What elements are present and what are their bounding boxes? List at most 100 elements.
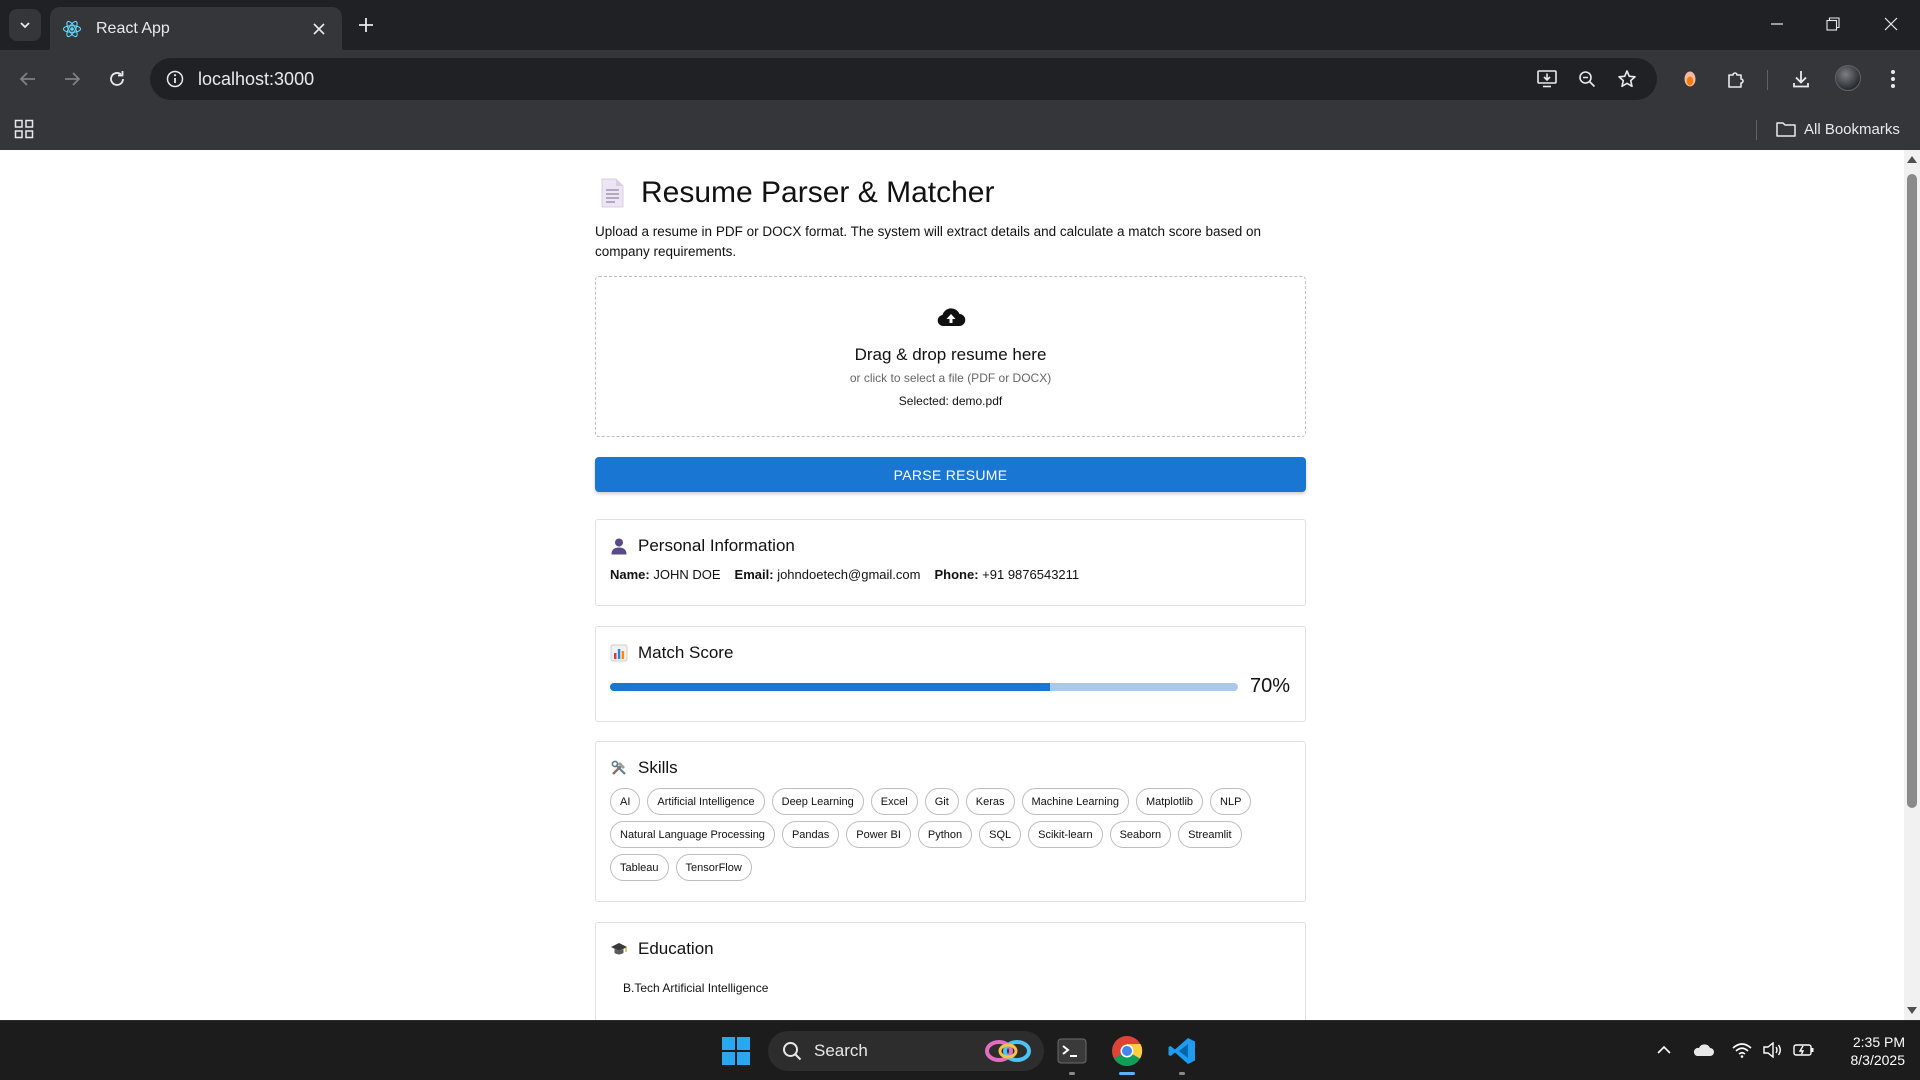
onedrive-cloud-icon[interactable] — [1692, 1039, 1714, 1061]
apps-grid-icon[interactable] — [12, 117, 36, 141]
vscode-indicator — [1179, 1072, 1185, 1075]
close-window-button[interactable] — [1868, 0, 1914, 48]
intro-text: Upload a resume in PDF or DOCX format. T… — [595, 224, 1262, 259]
downloads-icon[interactable] — [1785, 63, 1817, 95]
profile-avatar[interactable] — [1835, 65, 1861, 91]
tools-icon — [610, 759, 628, 777]
email-field: Email: johndoetech@gmail.com — [734, 567, 921, 582]
scroll-up-arrow-icon[interactable] — [1907, 156, 1917, 163]
zoom-icon[interactable] — [1574, 66, 1600, 92]
email-value: johndoetech@gmail.com — [777, 567, 921, 582]
bookmarks-bar: All Bookmarks — [0, 108, 1920, 150]
chrome-active-indicator — [1119, 1072, 1135, 1075]
browser-tab[interactable]: React App — [50, 7, 342, 50]
personal-info-card: Personal Information Name: JOHN DOE Emai… — [595, 519, 1306, 606]
all-bookmarks-label: All Bookmarks — [1804, 120, 1900, 138]
extension-icon[interactable] — [1674, 63, 1706, 95]
parse-resume-button[interactable]: PARSE RESUME — [595, 457, 1306, 492]
personal-info-row: Name: JOHN DOE Email: johndoetech@gmail.… — [610, 567, 1079, 582]
skill-chip: Deep Learning — [771, 788, 864, 815]
tab-title: React App — [96, 19, 170, 37]
restore-icon — [1826, 17, 1840, 31]
resume-dropzone[interactable]: Drag & drop resume here or click to sele… — [595, 276, 1306, 437]
address-bar[interactable]: localhost:3000 — [150, 58, 1657, 100]
vscode-app[interactable] — [1162, 1031, 1202, 1075]
reload-icon — [110, 71, 124, 86]
scrollbar-thumb[interactable] — [1907, 174, 1917, 808]
arrow-right-icon — [65, 72, 81, 86]
skill-chip: Artificial Intelligence — [647, 788, 765, 815]
close-icon — [1884, 17, 1898, 31]
skill-chip: Power BI — [846, 821, 911, 848]
skill-chip: NLP — [1210, 788, 1252, 815]
match-score-progress — [610, 683, 1238, 691]
folder-icon — [1776, 122, 1796, 137]
wifi-icon[interactable] — [1731, 1039, 1753, 1061]
chevron-down-icon — [20, 22, 30, 29]
terminal-icon — [1057, 1038, 1087, 1064]
bookmark-star-icon[interactable] — [1614, 66, 1640, 92]
skill-chip: Machine Learning — [1021, 788, 1129, 815]
cloud-upload-icon — [937, 308, 966, 327]
terminal-indicator — [1069, 1072, 1075, 1075]
skills-card: Skills AI Artificial Intelligence Deep Lea… — [595, 741, 1306, 902]
tray-chevron-up-icon[interactable] — [1653, 1039, 1675, 1061]
match-score-value: 70% — [1250, 675, 1291, 697]
match-score-header: Match Score — [610, 643, 733, 663]
skill-chip: Tableau — [610, 854, 669, 881]
close-tab-icon[interactable] — [308, 18, 330, 40]
education-title: Education — [638, 939, 714, 958]
new-tab-button[interactable] — [352, 11, 380, 39]
browser-tab-bar: React App — [0, 0, 1920, 50]
clock-time: 2:35 PM — [1852, 1034, 1905, 1050]
clock-date: 8/3/2025 — [1850, 1052, 1906, 1068]
tab-search-button[interactable] — [9, 9, 41, 41]
search-icon — [783, 1042, 802, 1061]
start-button[interactable] — [716, 1031, 756, 1071]
page-scrollbar[interactable] — [1904, 150, 1920, 1020]
education-item: B.Tech Artificial Intelligence — [623, 981, 769, 995]
install-app-icon[interactable] — [1534, 66, 1560, 92]
skill-chip: Natural Language Processing — [610, 821, 775, 848]
match-score-progress-fill — [610, 683, 1050, 691]
volume-icon[interactable] — [1762, 1039, 1784, 1061]
back-button[interactable] — [12, 63, 44, 95]
skill-chip: Scikit-learn — [1028, 821, 1103, 848]
forward-button[interactable] — [56, 63, 88, 95]
all-bookmarks-button[interactable]: All Bookmarks — [1776, 116, 1900, 142]
windows-logo-icon — [722, 1037, 750, 1065]
reload-button[interactable] — [101, 63, 133, 95]
more-menu-icon[interactable] — [1877, 63, 1909, 95]
skills-header: Skills — [610, 758, 678, 778]
match-score-card: Match Score 70% — [595, 626, 1306, 722]
arrow-left-icon — [19, 72, 35, 86]
browser-toolbar: localhost:3000 — [0, 50, 1920, 108]
site-info-icon[interactable] — [162, 66, 188, 92]
minimize-button[interactable] — [1754, 0, 1800, 48]
match-score-title: Match Score — [638, 643, 734, 662]
bar-chart-icon — [610, 644, 628, 662]
skill-chip: SQL — [979, 821, 1022, 848]
document-icon — [599, 178, 625, 208]
search-highlight-icon — [985, 1040, 1031, 1062]
skill-chip: Pandas — [781, 821, 840, 848]
scroll-down-arrow-icon[interactable] — [1907, 1007, 1917, 1014]
education-header: Education — [610, 939, 714, 959]
restore-button[interactable] — [1810, 0, 1856, 48]
name-field: Name: JOHN DOE — [610, 567, 721, 582]
skills-title: Skills — [638, 758, 678, 777]
chrome-app[interactable] — [1107, 1031, 1147, 1075]
system-clock[interactable]: 2:35 PM 8/3/2025 — [1825, 1033, 1906, 1069]
taskbar-search[interactable]: Search — [768, 1031, 1044, 1071]
url-text: localhost:3000 — [198, 68, 315, 89]
extensions-puzzle-icon[interactable] — [1720, 63, 1752, 95]
terminal-app[interactable] — [1052, 1031, 1092, 1075]
skill-chip: Git — [924, 788, 959, 815]
page-viewport: Resume Parser & Matcher Upload a resume … — [0, 150, 1920, 1020]
skill-chip: Python — [917, 821, 973, 848]
page-title: Resume Parser & Matcher — [641, 176, 995, 209]
title-row: Resume Parser & Matcher — [599, 176, 994, 210]
react-logo-icon — [62, 19, 82, 39]
battery-icon[interactable] — [1793, 1039, 1815, 1061]
minimize-icon — [1771, 23, 1783, 25]
